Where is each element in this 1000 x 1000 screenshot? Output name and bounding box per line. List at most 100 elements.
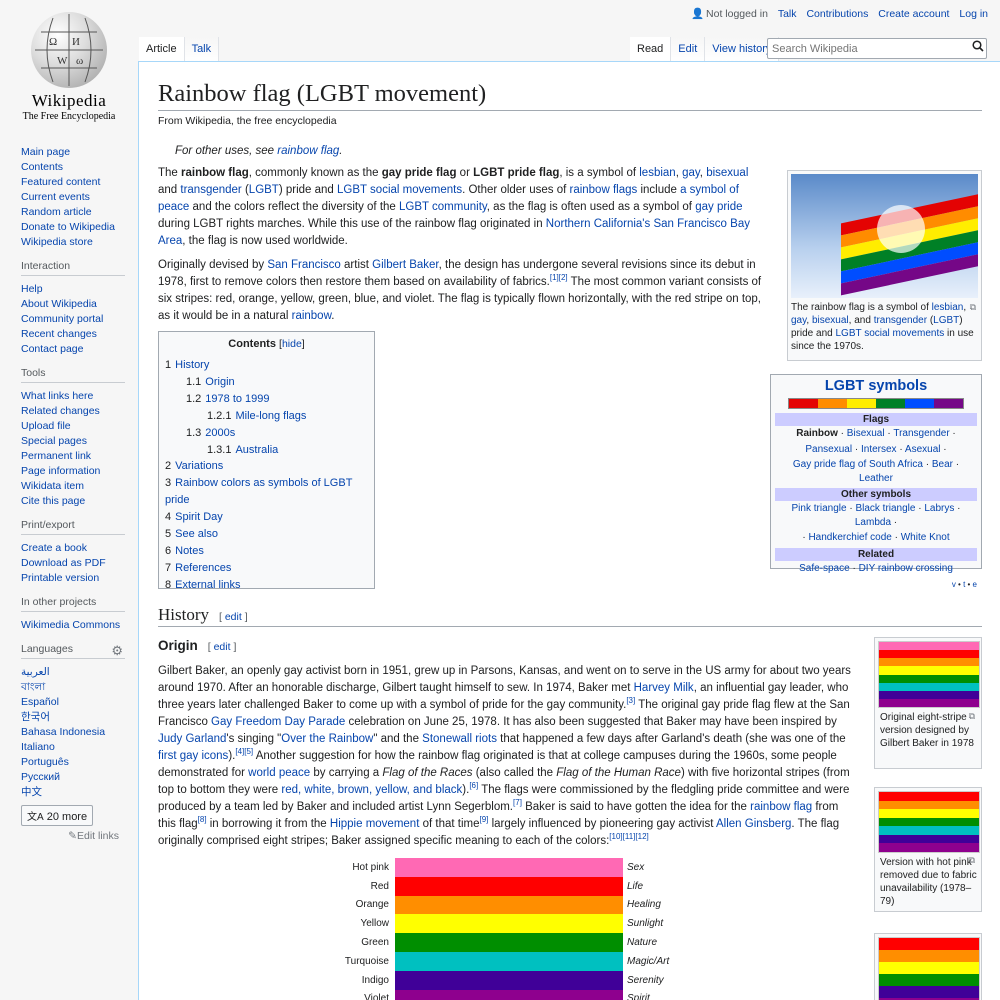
sidebar-item-wikidata-item[interactable]: Wikidata item <box>21 480 84 492</box>
enlarge-icon[interactable]: ⧉ <box>969 711 975 722</box>
toc-item[interactable]: 1.3 2000s <box>165 425 368 442</box>
link-sf-bay-area[interactable]: Northern California's San Francisco Bay … <box>158 218 750 247</box>
sidebar-item-wikimedia-commons[interactable]: Wikimedia Commons <box>21 619 120 631</box>
navbox-title[interactable]: LGBT symbols <box>775 378 977 394</box>
link-stonewall-riots[interactable]: Stonewall riots <box>422 733 497 745</box>
rainbow-flag-photo[interactable] <box>791 174 978 298</box>
language-link-8[interactable]: 中文 <box>21 786 42 798</box>
link-transgender[interactable]: transgender <box>180 184 241 196</box>
link-bisexual[interactable]: bisexual <box>706 167 748 179</box>
toc-link[interactable]: Variations <box>175 460 223 472</box>
eight-stripe-flag-image[interactable] <box>878 641 980 708</box>
language-link-bahasa-indonesia[interactable]: Bahasa Indonesia <box>21 726 105 738</box>
navbox-link-e[interactable]: e <box>973 580 977 589</box>
navbox-link-bisexual[interactable]: Bisexual <box>847 428 885 439</box>
sidebar-item-about-wikipedia[interactable]: About Wikipedia <box>21 298 97 310</box>
ref-8[interactable]: [8] <box>198 815 207 824</box>
navbox-link-white-knot[interactable]: White Knot <box>901 532 950 543</box>
enlarge-icon[interactable]: ⧉ <box>969 855 975 866</box>
hatnote-link[interactable]: rainbow flag <box>277 145 339 157</box>
navbox-link-bear[interactable]: Bear <box>932 459 953 470</box>
link-gilbert-baker[interactable]: Gilbert Baker <box>372 259 438 271</box>
ref-4[interactable]: [4] <box>235 747 244 756</box>
sidebar-item-page-information[interactable]: Page information <box>21 465 100 477</box>
navbox-link-leather[interactable]: Leather <box>859 473 893 484</box>
sidebar-item-cite-this-page[interactable]: Cite this page <box>21 495 85 507</box>
link-judy-garland[interactable]: Judy Garland <box>158 733 226 745</box>
navbox-link-diy-rainbow-crossing[interactable]: DIY rainbow crossing <box>859 563 953 574</box>
cap-link-bisexual[interactable]: bisexual <box>812 315 849 326</box>
contributions-link[interactable]: Contributions <box>806 8 868 20</box>
toc-hide-link[interactable]: hide <box>282 338 302 350</box>
sidebar-item-permanent-link[interactable]: Permanent link <box>21 450 91 462</box>
edit-links[interactable]: ✎Edit links <box>21 830 119 842</box>
ref-10[interactable]: [10] <box>609 832 622 841</box>
ref-6[interactable]: [6] <box>469 781 478 790</box>
toc-item[interactable]: 7 References <box>165 560 368 577</box>
navbox-link-pansexual[interactable]: Pansexual <box>805 444 852 455</box>
toc-item[interactable]: 2 Variations <box>165 458 368 475</box>
toc-item[interactable]: 4 Spirit Day <box>165 509 368 526</box>
ref-11[interactable]: [11] <box>623 832 636 841</box>
language-link-1[interactable]: বাংলা <box>21 681 45 693</box>
language-link-3[interactable]: 한국어 <box>21 711 50 723</box>
toc-link[interactable]: Rainbow colors as symbols of LGBT pride <box>165 477 352 506</box>
link-harvey-milk[interactable]: Harvey Milk <box>634 682 694 694</box>
sidebar-item-download-as-pdf[interactable]: Download as PDF <box>21 557 106 569</box>
navbox-link-asexual[interactable]: Asexual <box>905 444 941 455</box>
toc-item[interactable]: 6 Notes <box>165 543 368 560</box>
sidebar-item-help[interactable]: Help <box>21 283 43 295</box>
toc-link[interactable]: Origin <box>205 376 234 388</box>
ref-3[interactable]: [3] <box>626 696 635 705</box>
navbox-link-pink-triangle[interactable]: Pink triangle <box>792 503 847 514</box>
link-world-peace[interactable]: world peace <box>248 767 310 779</box>
create-account-link[interactable]: Create account <box>878 8 949 20</box>
toc-link[interactable]: External links <box>175 579 240 591</box>
ref-2[interactable]: [2] <box>559 273 568 282</box>
enlarge-icon[interactable]: ⧉ <box>970 302 976 313</box>
link-lgbt[interactable]: LGBT <box>249 184 279 196</box>
sidebar-item-recent-changes[interactable]: Recent changes <box>21 328 97 340</box>
toc-link[interactable]: 2000s <box>205 427 235 439</box>
toc-item[interactable]: 1 History <box>165 357 368 374</box>
navbox-link-intersex[interactable]: Intersex <box>861 444 897 455</box>
link-rainbow-flag[interactable]: rainbow flag <box>750 801 812 813</box>
link-lgbt-community[interactable]: LGBT community <box>399 201 487 213</box>
toc-item[interactable]: 1.3.1 Australia <box>165 442 368 459</box>
link-gay[interactable]: gay <box>682 167 700 179</box>
link-lgbt-social-movements[interactable]: LGBT social movements <box>337 184 462 196</box>
sidebar-item-special-pages[interactable]: Special pages <box>21 435 87 447</box>
tab-read[interactable]: Read <box>630 37 672 62</box>
more-languages-button[interactable]: 文A 20 more <box>21 805 94 826</box>
navbox-link-labrys[interactable]: Labrys <box>924 503 954 514</box>
sidebar-item-random-article[interactable]: Random article <box>21 206 92 218</box>
gear-icon[interactable]: ⚙ <box>111 643 123 659</box>
link-first-gay-icons[interactable]: first gay icons <box>158 750 228 762</box>
toc-item[interactable]: 5 See also <box>165 526 368 543</box>
tab-article[interactable]: Article <box>139 37 185 62</box>
sidebar-item-related-changes[interactable]: Related changes <box>21 405 100 417</box>
link-rainbow[interactable]: rainbow <box>292 310 332 322</box>
link-stripe-colors[interactable]: red, white, brown, yellow, and black <box>281 784 462 796</box>
cap-link-gay[interactable]: gay <box>791 315 806 326</box>
language-link-0[interactable]: العربية <box>21 666 50 678</box>
talk-link[interactable]: Talk <box>778 8 797 20</box>
link-gay-freedom-day-parade[interactable]: Gay Freedom Day Parade <box>211 716 345 728</box>
sidebar-item-what-links-here[interactable]: What links here <box>21 390 93 402</box>
tab-talk[interactable]: Talk <box>184 37 220 62</box>
ref-9[interactable]: [9] <box>479 815 488 824</box>
six-stripe-flag-image[interactable] <box>878 937 980 1000</box>
link-gay-pride[interactable]: gay pride <box>695 201 742 213</box>
toc-link[interactable]: 1978 to 1999 <box>205 393 269 405</box>
ref-5[interactable]: [5] <box>244 747 253 756</box>
cap-link-lesbian[interactable]: lesbian <box>932 302 964 313</box>
navbox-link-black-triangle[interactable]: Black triangle <box>855 503 915 514</box>
sidebar-item-main-page[interactable]: Main page <box>21 146 70 158</box>
language-link-portugu-s[interactable]: Português <box>21 756 69 768</box>
search-icon[interactable] <box>972 40 984 55</box>
cap-link-social[interactable]: LGBT social movements <box>835 328 944 339</box>
link-lesbian[interactable]: lesbian <box>639 167 675 179</box>
cap-link-lgbt[interactable]: LGBT <box>933 315 959 326</box>
tab-edit[interactable]: Edit <box>671 37 706 62</box>
navbox-link-gay-pride-flag-of-south-africa[interactable]: Gay pride flag of South Africa <box>793 459 923 470</box>
